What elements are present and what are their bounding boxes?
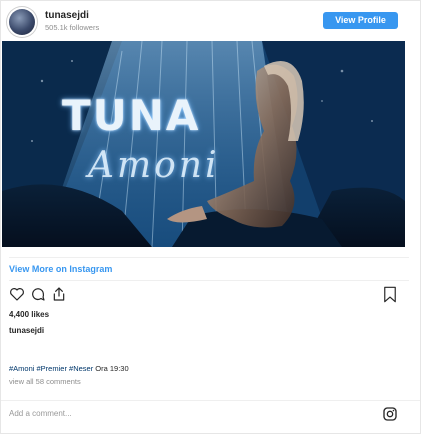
post-caption: #Amoni #Premier #Neser Ora 19:30 bbox=[9, 364, 129, 373]
artwork-subtitle: Amoni bbox=[88, 145, 220, 186]
artwork-title: TUNA bbox=[62, 91, 201, 140]
post-image[interactable]: TUNA Amoni bbox=[2, 41, 405, 247]
like-count[interactable]: 4,400 likes bbox=[9, 310, 49, 319]
view-all-comments-link[interactable]: view all 58 comments bbox=[9, 377, 81, 386]
hashtag-list[interactable]: #Amoni #Premier #Neser bbox=[9, 364, 93, 373]
avatar[interactable] bbox=[9, 9, 35, 35]
share-icon[interactable] bbox=[51, 286, 67, 302]
instagram-icon[interactable] bbox=[382, 406, 398, 422]
caption-text: Ora 19:30 bbox=[93, 364, 129, 373]
divider bbox=[1, 400, 420, 401]
bookmark-icon[interactable] bbox=[382, 286, 398, 303]
username[interactable]: tunasejdi bbox=[45, 10, 89, 21]
add-comment-input[interactable]: Add a comment... bbox=[9, 409, 72, 418]
divider bbox=[9, 280, 409, 281]
post-header: tunasejdi 505.1k followers View Profile bbox=[1, 1, 420, 37]
view-profile-button[interactable]: View Profile bbox=[323, 12, 398, 29]
caption-username[interactable]: tunasejdi bbox=[9, 326, 44, 335]
comment-icon[interactable] bbox=[30, 286, 46, 302]
follower-count: 505.1k followers bbox=[45, 23, 100, 32]
view-more-link[interactable]: View More on Instagram bbox=[9, 264, 112, 274]
waterfall-scene-art bbox=[2, 41, 405, 247]
divider bbox=[9, 257, 409, 258]
heart-icon[interactable] bbox=[9, 286, 25, 302]
instagram-embed-card: tunasejdi 505.1k followers View Profile bbox=[0, 0, 421, 434]
